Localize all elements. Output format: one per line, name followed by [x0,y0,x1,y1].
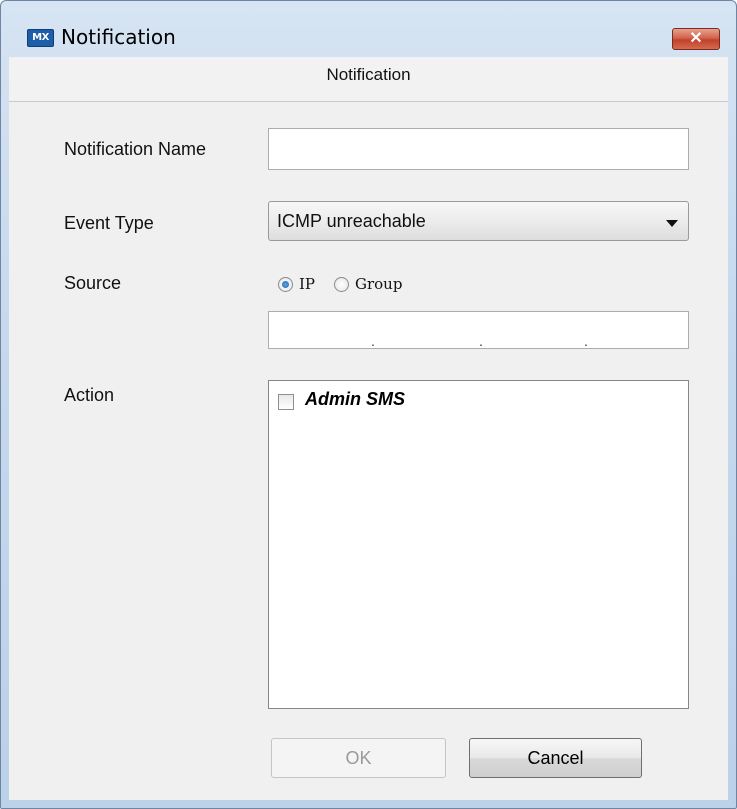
dropdown-arrow-icon [666,220,678,227]
notification-name-input[interactable] [268,128,689,170]
source-ip-radio[interactable] [278,277,293,292]
app-logo-icon: MX [27,29,54,47]
dialog-header: Notification [9,57,728,102]
notification-window: MX Notification ✕ Notification Notificat… [0,0,737,809]
close-button[interactable]: ✕ [672,28,720,50]
event-type-dropdown[interactable]: ICMP unreachable [268,201,689,241]
ip-separator-1: . [371,333,375,349]
dialog-body: Notification Notification Name Event Typ… [9,57,728,800]
source-ip-input[interactable]: . . . [268,311,689,349]
window-title: Notification [61,25,176,49]
ip-separator-2: . [479,333,483,349]
notification-name-label: Notification Name [64,139,207,159]
close-icon: ✕ [689,30,703,47]
source-ip-label[interactable]: IP [299,275,315,293]
source-group-radio[interactable] [334,277,349,292]
source-group-label[interactable]: Group [355,275,402,293]
title-bar[interactable]: MX Notification ✕ [1,1,736,57]
source-label: Source [64,273,122,293]
ok-button[interactable]: OK [271,738,446,778]
action-list[interactable]: Admin SMS [268,380,689,709]
admin-sms-label[interactable]: Admin SMS [305,389,405,410]
event-type-label: Event Type [64,213,154,233]
admin-sms-checkbox[interactable] [278,394,294,410]
cancel-button[interactable]: Cancel [469,738,642,778]
action-label: Action [64,385,115,405]
dialog-heading: Notification [326,65,411,84]
event-type-selected: ICMP unreachable [277,211,426,231]
ip-separator-3: . [584,333,588,349]
